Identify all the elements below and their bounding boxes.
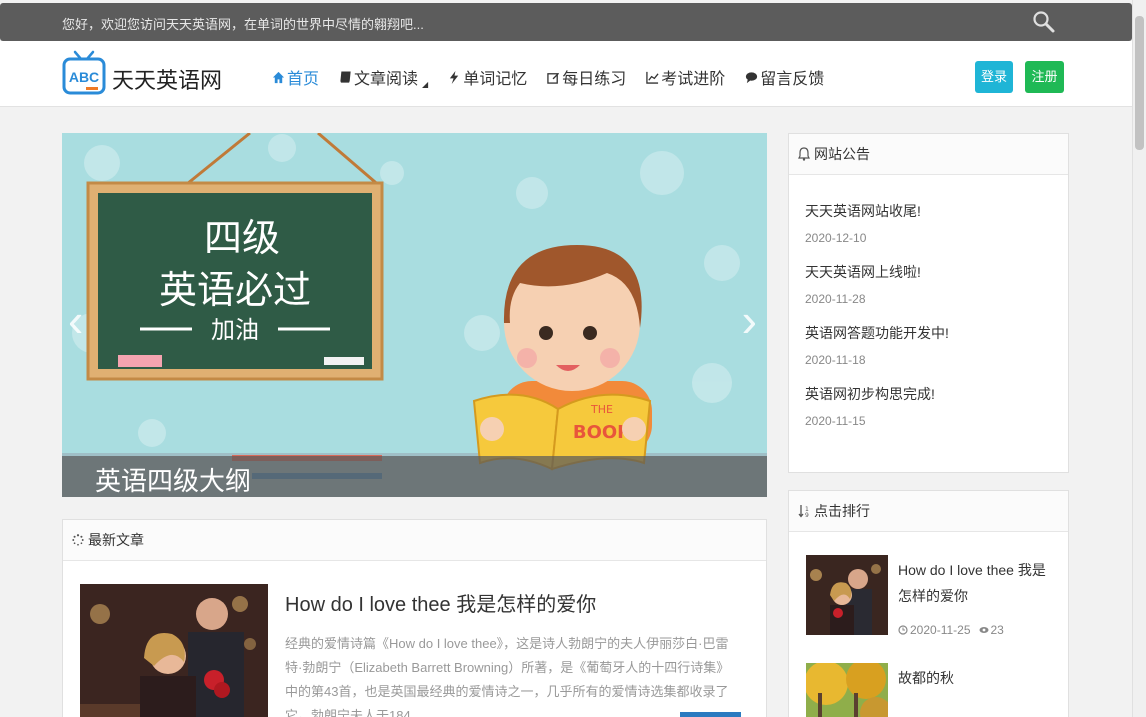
banner-prev-arrow[interactable]: ‹	[68, 293, 83, 347]
comment-icon	[746, 71, 758, 83]
nav-reading[interactable]: 文章阅读 ◢	[339, 65, 428, 89]
nav-home-label: 首页	[287, 71, 320, 88]
svg-text:9: 9	[805, 512, 809, 518]
read-more-button[interactable]	[680, 712, 741, 717]
notice-item: 天天英语网站收尾! 2020-12-10	[805, 201, 1052, 262]
chart-icon	[646, 71, 659, 84]
rank-views: 23	[979, 623, 1004, 637]
nav-feedback-label: 留言反馈	[760, 71, 825, 88]
page-scrollbar[interactable]	[1132, 0, 1146, 717]
notice-list: 天天英语网站收尾! 2020-12-10 天天英语网上线啦! 2020-11-2…	[789, 175, 1068, 445]
main-nav: 首页 文章阅读 ◢ 单词记忆 每日练习 考试进阶 留言反馈	[272, 65, 844, 89]
notice-title[interactable]: 英语网初步构思完成!	[805, 384, 1052, 404]
caret-down-icon: ◢	[422, 79, 429, 89]
nav-exam-label: 考试进阶	[661, 71, 726, 88]
article-summary: 经典的爱情诗篇《How do I love thee》，这是诗人勃朗宁的夫人伊丽…	[285, 636, 730, 717]
register-button[interactable]: 注册	[1025, 61, 1064, 93]
site-header: ABC 天天英语网 首页 文章阅读 ◢ 单词记忆 每日练习 考试进阶 留言反馈	[0, 41, 1132, 107]
notice-header: 网站公告	[789, 134, 1068, 175]
site-name[interactable]: 天天英语网	[112, 63, 222, 95]
rank-title[interactable]: How do I love thee 我是怎样的爱你	[898, 557, 1053, 609]
nav-home[interactable]: 首页	[272, 65, 319, 89]
notice-item: 英语网初步构思完成! 2020-11-15	[805, 384, 1052, 445]
notice-item: 英语网答题功能开发中! 2020-11-18	[805, 323, 1052, 384]
notice-title[interactable]: 英语网答题功能开发中!	[805, 323, 1052, 343]
articles-heading: 最新文章	[88, 532, 144, 548]
notice-heading: 网站公告	[814, 146, 870, 162]
welcome-text: 您好，欢迎您访问天天英语网，在单词的世界中尽情的翱翔吧...	[62, 17, 424, 32]
banner-illustration: 四级 英语必过 加油 THE BOOK	[62, 133, 767, 497]
banner-caption-bar: 英语四级大纲	[62, 456, 767, 497]
rank-thumbnail[interactable]	[806, 555, 888, 635]
nav-practice-label: 每日练习	[562, 71, 627, 88]
notice-date: 2020-12-10	[805, 231, 867, 245]
notice-title[interactable]: 天天英语网上线啦!	[805, 262, 1052, 282]
nav-practice[interactable]: 每日练习	[547, 65, 626, 89]
rank-thumbnail[interactable]	[806, 663, 888, 717]
logo-tv-icon[interactable]: ABC	[62, 49, 106, 99]
rank-views-count: 23	[990, 623, 1004, 637]
rank-panel: 19 点击排行 How do I love thee 我是怎样的爱你 2020-…	[788, 490, 1069, 717]
bell-icon	[798, 147, 810, 161]
nav-feedback[interactable]: 留言反馈	[745, 65, 824, 89]
article-image[interactable]	[80, 584, 268, 717]
edit-icon	[547, 72, 560, 84]
articles-panel: 最新文章 How do I love thee 我是怎样的爱你 经典的爱情诗篇《…	[62, 519, 767, 717]
spinner-icon	[72, 534, 84, 546]
notice-panel: 网站公告 天天英语网站收尾! 2020-12-10 天天英语网上线啦! 2020…	[788, 133, 1069, 473]
rank-item: How do I love thee 我是怎样的爱你 2020-11-25 23	[806, 555, 1056, 637]
notice-date: 2020-11-28	[805, 292, 866, 306]
nav-words[interactable]: 单词记忆	[448, 65, 527, 89]
banner-next-arrow[interactable]: ›	[742, 293, 757, 347]
banner-caption[interactable]: 英语四级大纲	[95, 461, 251, 497]
article-title[interactable]: How do I love thee 我是怎样的爱你	[285, 588, 745, 617]
book-icon	[340, 70, 351, 83]
login-button[interactable]: 登录	[975, 61, 1013, 93]
nav-exam[interactable]: 考试进阶	[646, 65, 725, 89]
nav-words-label: 单词记忆	[463, 71, 528, 88]
board-text-1: 四级	[204, 216, 280, 260]
eye-icon	[979, 627, 988, 633]
bolt-icon	[450, 70, 459, 84]
top-bar: 您好，欢迎您访问天天英语网，在单词的世界中尽情的翱翔吧...	[0, 3, 1132, 41]
rank-heading: 点击排行	[814, 503, 870, 519]
autumn-photo	[806, 663, 888, 717]
board-text-2: 英语必过	[159, 268, 311, 312]
rank-title[interactable]: 故都的秋	[898, 665, 1053, 691]
rank-header: 19 点击排行	[789, 491, 1068, 532]
banner-carousel[interactable]: 四级 英语必过 加油 THE BOOK ‹ › 英语四级大纲	[62, 133, 767, 497]
scrollbar-thumb[interactable]	[1135, 16, 1144, 150]
home-icon	[272, 71, 285, 83]
clock-icon	[898, 625, 908, 635]
nav-reading-label: 文章阅读	[354, 71, 419, 88]
book-text-1: THE	[590, 403, 613, 416]
articles-header: 最新文章	[63, 520, 766, 561]
couple-photo	[80, 584, 268, 717]
notice-date: 2020-11-15	[805, 414, 866, 428]
rank-date: 2020-11-25	[910, 623, 971, 637]
sort-icon: 19	[798, 505, 809, 518]
logo-abc-text: ABC	[69, 69, 99, 85]
notice-item: 天天英语网上线啦! 2020-11-28	[805, 262, 1052, 323]
rank-meta: 2020-11-25 23	[898, 623, 1004, 637]
rank-item: 故都的秋 2020-11-25 3	[806, 663, 1056, 717]
couple-photo	[806, 555, 888, 635]
search-icon[interactable]	[1032, 10, 1056, 34]
notice-title[interactable]: 天天英语网站收尾!	[805, 201, 1052, 221]
notice-date: 2020-11-18	[805, 353, 866, 367]
board-text-3: 加油	[211, 316, 259, 344]
